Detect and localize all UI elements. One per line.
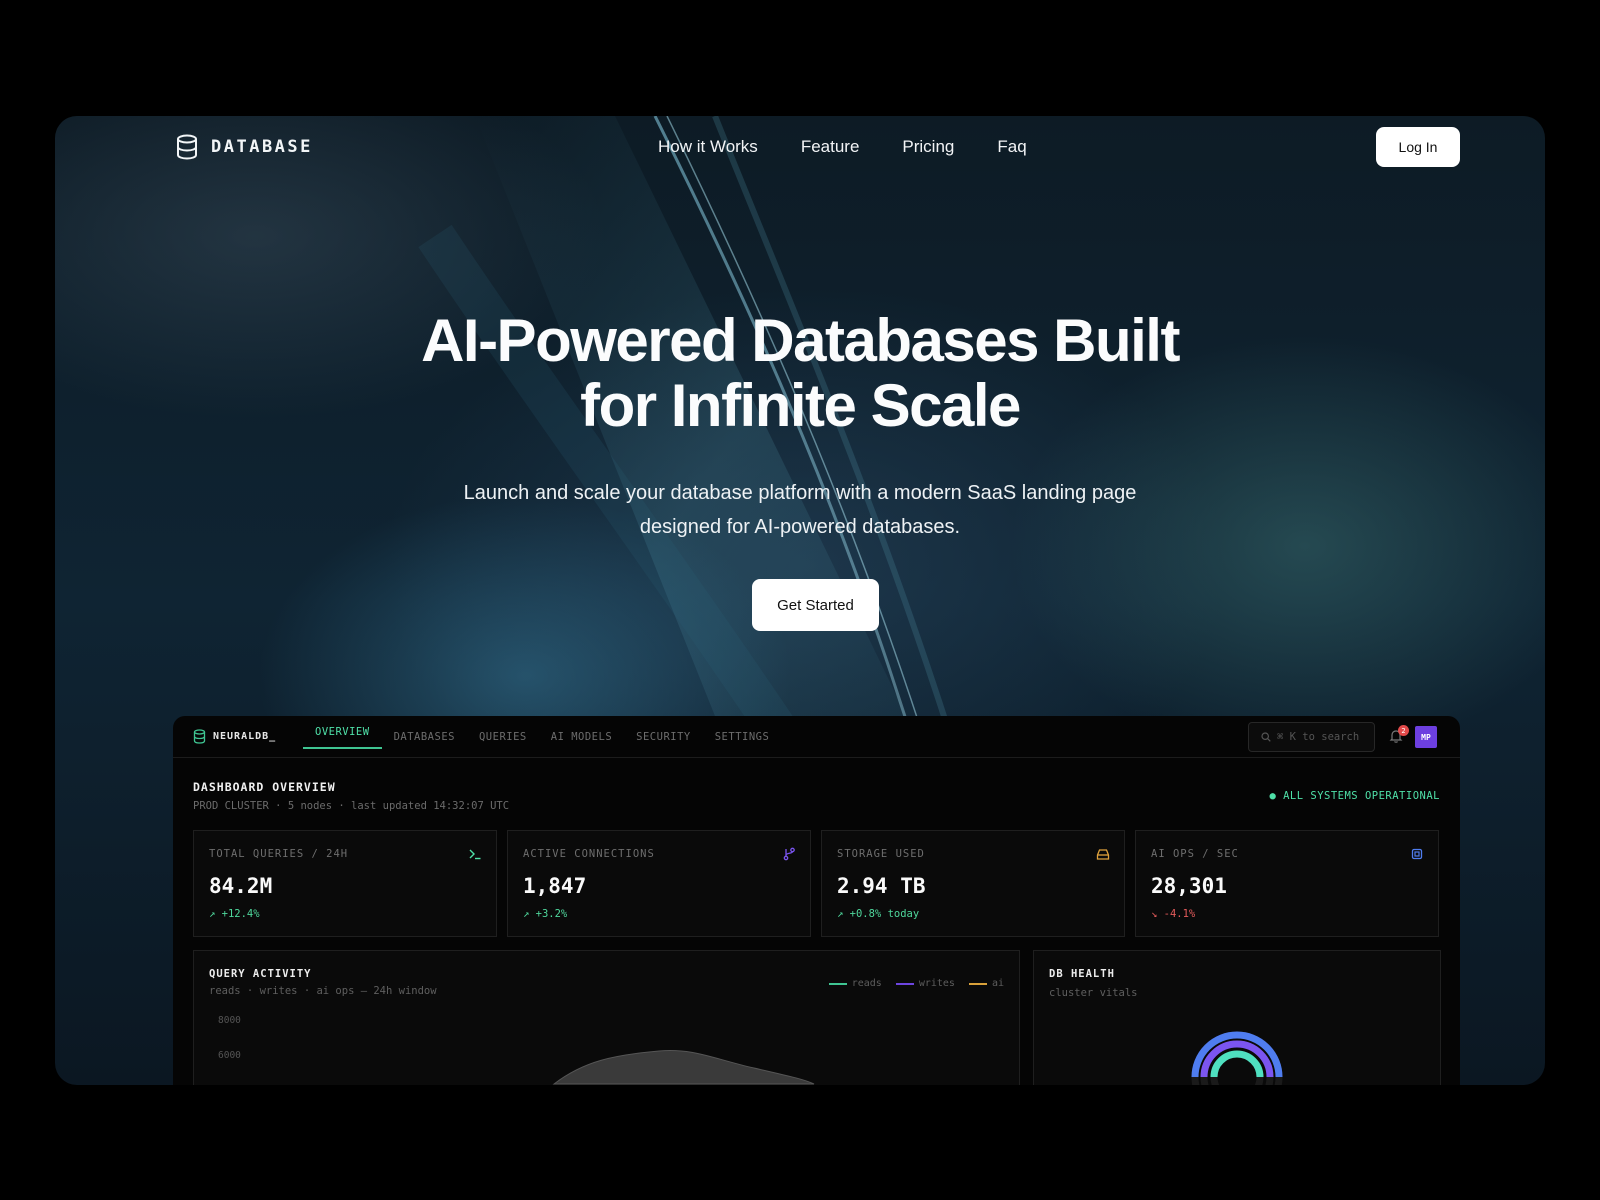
nav-link-pricing[interactable]: Pricing <box>902 137 954 157</box>
tab-settings[interactable]: SETTINGS <box>703 716 782 758</box>
dashboard-brand-name: NEURALDB_ <box>213 731 277 742</box>
terminal-icon <box>469 849 481 860</box>
hero-subtitle-line-1: Launch and scale your database platform … <box>463 482 1137 504</box>
nav-link-faq[interactable]: Faq <box>997 137 1026 157</box>
tab-queries[interactable]: QUERIES <box>467 716 539 758</box>
nav-link-how-it-works[interactable]: How it Works <box>658 137 758 157</box>
main-nav: How it Works Feature Pricing Faq <box>658 137 1027 157</box>
stat-delta: ↗ +0.8% today <box>837 908 920 920</box>
stat-delta: ↗ +3.2% <box>523 908 568 920</box>
tab-databases[interactable]: DATABASES <box>382 716 467 758</box>
search-input[interactable]: ⌘ K to search <box>1248 722 1375 752</box>
database-icon <box>177 134 197 160</box>
stat-label: AI OPS / SEC <box>1151 848 1239 860</box>
hero-title-line-1: AI-Powered Databases Built <box>421 307 1180 374</box>
nav-link-feature[interactable]: Feature <box>801 137 860 157</box>
brand-name: DATABASE <box>211 137 313 157</box>
tab-overview[interactable]: OVERVIEW <box>303 716 382 749</box>
stat-label: ACTIVE CONNECTIONS <box>523 848 655 860</box>
dashboard-preview: NEURALDB_ OVERVIEW DATABASES QUERIES AI … <box>173 716 1460 1085</box>
login-button[interactable]: Log In <box>1376 127 1460 167</box>
hero-subtitle-line-2: designed for AI-powered databases. <box>639 516 961 538</box>
stat-value: 28,301 <box>1151 874 1227 898</box>
panel-subtitle: cluster vitals <box>1049 987 1138 999</box>
hero-title: AI-Powered Databases Built for Infinite … <box>55 308 1545 438</box>
database-icon <box>193 729 206 744</box>
stat-value: 1,847 <box>523 874 587 898</box>
stat-card-ai-ops[interactable]: AI OPS / SEC 28,301 ↘ -4.1% <box>1135 830 1439 937</box>
panel-title: DB HEALTH <box>1049 968 1115 980</box>
stat-label: STORAGE USED <box>837 848 925 860</box>
search-icon <box>1261 732 1271 742</box>
brand-logo[interactable]: DATABASE <box>175 134 313 160</box>
hero-title-line-2: for Infinite Scale <box>580 372 1021 439</box>
hero-subtitle: Launch and scale your database platform … <box>450 476 1150 544</box>
stat-card-active-connections[interactable]: ACTIVE CONNECTIONS 1,847 ↗ +3.2% <box>507 830 811 937</box>
dashboard-brand[interactable]: NEURALDB_ <box>193 729 276 744</box>
stat-label: TOTAL QUERIES / 24H <box>209 848 349 860</box>
stat-value: 2.94 TB <box>837 874 926 898</box>
query-activity-area <box>552 1050 815 1085</box>
dashboard-topbar: NEURALDB_ OVERVIEW DATABASES QUERIES AI … <box>173 716 1460 758</box>
notification-badge: 2 <box>1398 725 1409 736</box>
stat-card-total-queries[interactable]: TOTAL QUERIES / 24H 84.2M ↗ +12.4% <box>193 830 497 937</box>
get-started-button[interactable]: Get Started <box>752 579 879 631</box>
stat-delta: ↘ -4.1% <box>1151 908 1196 920</box>
drive-icon <box>1096 849 1110 860</box>
branch-icon <box>783 847 795 861</box>
stat-delta: ↗ +12.4% <box>209 908 260 920</box>
stat-value: 84.2M <box>209 874 273 898</box>
system-status: ● ALL SYSTEMS OPERATIONAL <box>1269 790 1440 802</box>
stat-card-storage-used[interactable]: STORAGE USED 2.94 TB ↗ +0.8% today <box>821 830 1125 937</box>
search-placeholder: ⌘ K to search <box>1277 731 1360 743</box>
avatar[interactable]: MP <box>1415 726 1437 748</box>
hero-frame: DATABASE How it Works Feature Pricing Fa… <box>55 116 1545 1085</box>
health-ring-gauge <box>1191 1031 1283 1085</box>
tab-ai-models[interactable]: AI MODELS <box>539 716 624 758</box>
query-activity-panel: QUERY ACTIVITY reads · writes · ai ops —… <box>193 950 1020 1085</box>
dashboard-tabs: OVERVIEW DATABASES QUERIES AI MODELS SEC… <box>303 716 781 758</box>
chip-icon <box>1411 848 1423 860</box>
dashboard-title: DASHBOARD OVERVIEW <box>193 780 336 794</box>
dashboard-meta: PROD CLUSTER · 5 nodes · last updated 14… <box>193 800 510 812</box>
db-health-panel: DB HEALTH cluster vitals <box>1033 950 1441 1085</box>
tab-security[interactable]: SECURITY <box>624 716 703 758</box>
